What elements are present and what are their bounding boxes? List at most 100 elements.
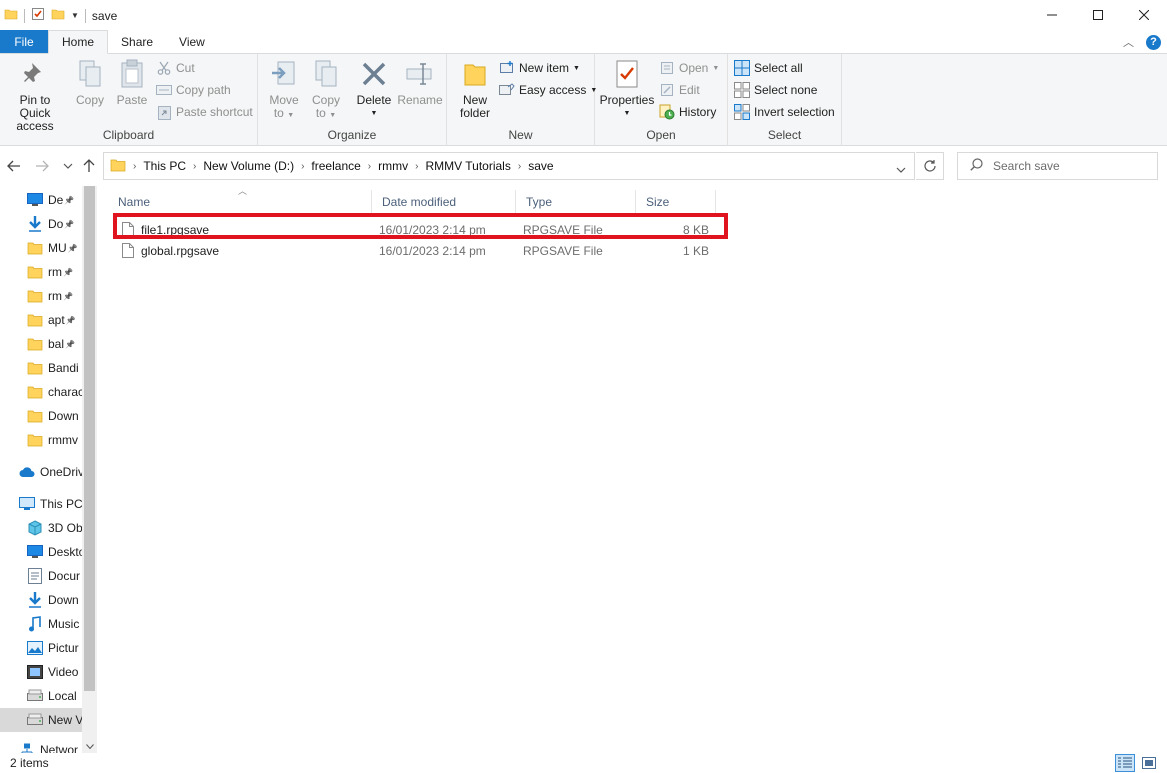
breadcrumb-separator[interactable]: › (298, 161, 307, 172)
nav-item-charac[interactable]: charac (0, 380, 82, 404)
rename-button[interactable]: Rename (397, 58, 443, 107)
copy-path-button[interactable]: Copy path (156, 80, 231, 100)
download-icon (27, 592, 43, 608)
nav-item-do[interactable]: Do 📌 (0, 212, 82, 236)
back-button[interactable] (4, 156, 24, 176)
select-none-button[interactable]: Select none (734, 80, 817, 100)
search-input[interactable]: Search save (957, 152, 1158, 180)
edit-button[interactable]: Edit (659, 80, 700, 100)
refresh-button[interactable] (916, 152, 944, 180)
chevron-up-icon[interactable]: ︿ (1123, 34, 1134, 50)
history-button[interactable]: History (659, 102, 716, 122)
cut-button[interactable]: Cut (156, 58, 195, 78)
breadcrumb-rmmv[interactable]: rmmv (374, 159, 412, 173)
breadcrumb-rmmv-tutorials[interactable]: RMMV Tutorials (421, 159, 514, 173)
new-folder-button[interactable]: New folder (455, 58, 495, 120)
nav-pane-scrollbar[interactable] (82, 186, 97, 753)
nav-item-rmmv[interactable]: rmmv (0, 428, 82, 452)
nav-item-music[interactable]: Music (0, 612, 82, 636)
paste-button[interactable]: Paste (114, 58, 150, 107)
nav-item-video[interactable]: Video (0, 660, 82, 684)
nav-item-3d-ob[interactable]: 3D Ob (0, 516, 82, 540)
properties-check-icon[interactable] (31, 7, 45, 24)
nav-item-deskto[interactable]: Deskto (0, 540, 82, 564)
copy-to-label-line2: to ▼ (315, 106, 337, 120)
tab-file[interactable]: File (0, 30, 48, 53)
properties-dropdown-icon[interactable]: ▼ (624, 107, 631, 120)
nav-item-networ[interactable]: Networ (0, 738, 82, 753)
search-icon (970, 158, 983, 174)
select-group-label: Select (767, 128, 802, 142)
forward-button[interactable] (32, 156, 52, 176)
qat-dropdown-icon[interactable]: ▼ (71, 11, 79, 20)
delete-dropdown-icon[interactable]: ▼ (371, 107, 378, 120)
easy-access-button[interactable]: Easy access ▼ (499, 80, 597, 100)
paste-label: Paste (116, 93, 148, 107)
copy-label: Copy (75, 93, 104, 107)
nav-item-new-v[interactable]: New V (0, 708, 82, 732)
address-dropdown-button[interactable] (896, 162, 906, 176)
invert-selection-button[interactable]: Invert selection (734, 102, 835, 122)
breadcrumb-separator[interactable]: › (412, 161, 421, 172)
breadcrumb-separator[interactable]: › (190, 161, 199, 172)
breadcrumb-separator[interactable]: › (365, 161, 374, 172)
nav-item-pictur[interactable]: Pictur (0, 636, 82, 660)
column-header-name[interactable]: Name (108, 190, 372, 214)
paste-shortcut-button[interactable]: Paste shortcut (156, 102, 253, 122)
close-button[interactable] (1121, 0, 1167, 30)
nav-item-docur[interactable]: Docur (0, 564, 82, 588)
nav-item-rm[interactable]: rm 📌 (0, 284, 82, 308)
nav-item-this-pc[interactable]: This PC (0, 492, 82, 516)
tab-view[interactable]: View (166, 30, 218, 53)
new-item-button[interactable]: New item ▼ (499, 58, 580, 78)
nav-item-de[interactable]: De 📌 (0, 188, 82, 212)
move-to-button[interactable]: Move to ▼ (266, 58, 302, 122)
breadcrumb-freelance[interactable]: freelance (307, 159, 364, 173)
breadcrumb-separator[interactable]: › (130, 161, 139, 172)
address-bar[interactable]: › This PC › New Volume (D:) › freelance … (103, 152, 915, 180)
nav-item-rm[interactable]: rm 📌 (0, 260, 82, 284)
column-header-type[interactable]: Type (516, 190, 636, 214)
scroll-down-button[interactable] (82, 739, 97, 753)
breadcrumb-save[interactable]: save (524, 159, 557, 173)
nav-item-onedriv[interactable]: OneDriv (0, 460, 82, 484)
breadcrumb-separator[interactable]: › (515, 161, 524, 172)
minimize-button[interactable] (1029, 0, 1075, 30)
properties-button[interactable]: Properties ▼ (599, 58, 655, 120)
nav-item-down[interactable]: Down (0, 404, 82, 428)
maximize-button[interactable] (1075, 0, 1121, 30)
pin-to-quick-access-button[interactable]: Pin to Quick access (4, 58, 66, 133)
new-folder-icon[interactable] (51, 7, 65, 24)
copy-button[interactable]: Copy (72, 58, 108, 107)
select-group: Select all Select none Invert selection … (728, 54, 842, 146)
nav-item-bal[interactable]: bal 📌 (0, 332, 82, 356)
easy-access-label: Easy access (519, 83, 587, 97)
file-name-cell[interactable]: global.rpgsave (122, 240, 219, 261)
pin-icon: 📌 (64, 195, 75, 205)
table-row[interactable]: global.rpgsave 16/01/2023 2:14 pm RPGSAV… (112, 240, 724, 261)
invert-selection-label: Invert selection (754, 105, 835, 119)
recent-locations-button[interactable] (58, 156, 78, 176)
nav-item-label: Local (48, 689, 77, 703)
help-icon[interactable]: ? (1146, 34, 1161, 50)
large-icons-view-button[interactable] (1139, 754, 1159, 772)
nav-item-bandi[interactable]: Bandi (0, 356, 82, 380)
column-header-date-modified[interactable]: Date modified (372, 190, 516, 214)
scrollbar-thumb[interactable] (84, 186, 95, 691)
delete-button[interactable]: Delete ▼ (356, 58, 392, 120)
copy-to-button[interactable]: Copy to ▼ (308, 58, 344, 122)
column-header-size[interactable]: Size (636, 190, 716, 214)
breadcrumb-new-volume[interactable]: New Volume (D:) (199, 159, 298, 173)
tab-share[interactable]: Share (108, 30, 166, 53)
open-button[interactable]: Open ▼ (659, 58, 719, 78)
tab-home[interactable]: Home (48, 30, 109, 54)
up-button[interactable] (79, 156, 99, 176)
breadcrumb-this-pc[interactable]: This PC (139, 159, 190, 173)
nav-item-local[interactable]: Local (0, 684, 82, 708)
select-all-button[interactable]: Select all (734, 58, 803, 78)
nav-item-down[interactable]: Down (0, 588, 82, 612)
details-view-button[interactable] (1115, 754, 1135, 772)
nav-item-apt[interactable]: apt 📌 (0, 308, 82, 332)
nav-item-label: Video (48, 665, 79, 679)
nav-item-mu[interactable]: MU 📌 (0, 236, 82, 260)
